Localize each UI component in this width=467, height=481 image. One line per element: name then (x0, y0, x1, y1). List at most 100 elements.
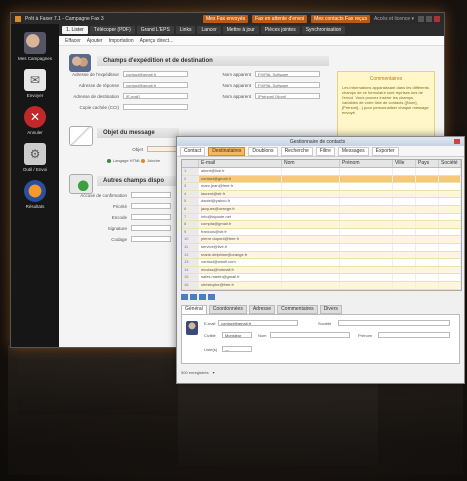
civility-select[interactable]: Monsieur (222, 332, 252, 338)
license-menu[interactable]: Accès et licence ▾ (374, 16, 414, 22)
firstname-field[interactable] (378, 332, 450, 338)
signature-input[interactable] (131, 225, 171, 231)
tab-coordinates[interactable]: Coordonnées (208, 305, 247, 314)
email-field[interactable]: contact@gmail.fr (218, 320, 298, 326)
next-record-icon[interactable] (199, 294, 206, 300)
society-field[interactable] (338, 320, 450, 326)
tab-links[interactable]: Links (175, 26, 196, 34)
add-button[interactable]: Ajouter (87, 38, 103, 44)
tab-list[interactable]: 1. Lister (62, 26, 88, 34)
table-row[interactable]: 1 albert@live.fr (182, 168, 461, 176)
close-icon[interactable] (454, 139, 460, 144)
column-header[interactable]: E-mail (199, 160, 282, 167)
confirmation-input[interactable] (131, 192, 171, 198)
tools-icon: ⚙ (24, 143, 46, 165)
sent-fax-button[interactable]: Mes Fax envoyés (202, 14, 249, 23)
tab-eps[interactable]: Grand L'EPS (136, 26, 174, 34)
maximize-icon[interactable] (426, 15, 432, 22)
nav-item-results[interactable]: Résultats (11, 180, 59, 209)
reply-name-input[interactable]: FIXPAL Software (255, 82, 320, 88)
info-text: Les informations apparaissant dans les d… (342, 85, 429, 115)
nav-item-campaigns[interactable]: Mes Campagnes (11, 32, 59, 61)
destination-address-input[interactable]: [E-mail] (123, 93, 188, 99)
table-row[interactable]: 14 nicolas@hotmail.fr (182, 266, 461, 275)
table-row[interactable]: 4 laurent@sfr.fr (182, 190, 461, 199)
table-row[interactable]: 12 marie.delphine@orange.fr (182, 251, 461, 260)
column-header[interactable]: Société (439, 160, 461, 167)
table-row[interactable]: 2 contact@gmail.fr (182, 175, 461, 184)
close-icon[interactable] (434, 15, 440, 22)
company-cell (439, 274, 461, 281)
firstname-cell (340, 266, 393, 274)
table-row[interactable]: 5 daniel@yahoo.fr (182, 198, 461, 206)
list-select[interactable]: — (222, 346, 252, 352)
reply-address-input[interactable]: contact@gmail.fr (123, 82, 188, 88)
city-cell (393, 205, 416, 213)
tab-comments[interactable]: Commentaires (277, 305, 318, 314)
name-field[interactable] (270, 332, 350, 338)
pending-fax-button[interactable]: Fax en attente d'envoi (252, 14, 308, 23)
chevron-down-icon[interactable]: ▾ (213, 370, 215, 375)
company-cell (439, 236, 461, 243)
contacts-button[interactable]: Mes contacts Fax reçus (311, 14, 370, 23)
charset-input[interactable] (131, 236, 171, 242)
table-row[interactable]: 13 contact@nwell.com (182, 259, 461, 267)
record-count: 500 enregistrés (181, 370, 209, 375)
column-header[interactable]: Nom (282, 160, 340, 167)
table-row[interactable]: 8 compta@gmail.fr (182, 221, 461, 229)
tab-sync[interactable]: Synchronisation (301, 26, 346, 34)
row-number: 7 (182, 213, 199, 221)
column-header[interactable]: Prénom (340, 160, 393, 167)
preview-button[interactable]: Aperçu direct... (140, 38, 174, 44)
search-button[interactable]: Recherche (280, 146, 313, 156)
table-row[interactable]: 11 service@live.fr (182, 243, 461, 252)
table-row[interactable]: 10 pierre.dupont@free.fr (182, 236, 461, 244)
encode-input[interactable] (131, 214, 171, 220)
dialog-title-bar: Gestionnaire de contacts (177, 137, 464, 146)
tab-general[interactable]: Général (181, 305, 207, 314)
table-row[interactable]: 17robert@sfr.fr (182, 289, 461, 290)
minimize-icon[interactable] (418, 15, 424, 22)
column-header[interactable]: Pays (416, 160, 439, 167)
tab-update[interactable]: Mettre à jour (222, 26, 259, 34)
priority-input[interactable] (131, 203, 171, 209)
tab-launch[interactable]: Lancer (197, 26, 221, 34)
tab-misc[interactable]: Divers (319, 305, 342, 314)
table-row[interactable]: 16 christophe@free.fr (182, 281, 461, 290)
import-button[interactable]: Importation (109, 38, 134, 44)
destination-name-input[interactable]: [Prénom] [Nom] (255, 93, 320, 99)
messages-button[interactable]: Messages (337, 146, 369, 156)
column-header[interactable] (182, 160, 199, 167)
nav-item-send[interactable]: ✉ Envoyer (11, 69, 59, 98)
name-cell (282, 274, 340, 281)
export-button[interactable]: Exporter (371, 146, 399, 156)
column-header[interactable]: Ville (393, 160, 416, 167)
prev-record-icon[interactable] (190, 294, 197, 300)
contact-button[interactable]: Contact (180, 146, 206, 156)
clear-button[interactable]: Effacer (65, 38, 81, 44)
bcc-input[interactable] (123, 104, 188, 110)
duplicates-button[interactable]: Doublons (248, 146, 278, 156)
nav-item-cancel[interactable]: ✕ Annuler (11, 106, 59, 135)
filter-button[interactable]: Filtre (315, 146, 335, 156)
email-cell: info@laposte.net (199, 213, 282, 221)
table-row[interactable]: 15 sales.martin@gmail.fr (182, 274, 461, 282)
table-row[interactable]: 6 jacques@orange.fr (182, 205, 461, 214)
html-option[interactable]: Langage HTML (107, 158, 141, 163)
tab-address[interactable]: Adresse (248, 305, 276, 314)
recipients-button[interactable]: Destinataires (208, 146, 246, 156)
last-record-icon[interactable] (208, 294, 215, 300)
email-cell: christophe@free.fr (199, 281, 282, 289)
table-row[interactable]: 3 marc.jean@free.fr (182, 183, 461, 191)
tab-pdf[interactable]: Télécoper (PDF) (89, 26, 135, 34)
tab-attachments[interactable]: Pièces jointes (260, 26, 300, 34)
nav-item-tools[interactable]: ⚙ Outil / Envoi (11, 143, 59, 172)
sender-name-input[interactable]: FIXPAL Software (255, 71, 320, 77)
sender-address-input[interactable]: contact@gmail.fr (123, 71, 188, 77)
attach-option[interactable]: Joindre (141, 158, 160, 163)
company-cell (439, 190, 461, 198)
first-record-icon[interactable] (181, 294, 188, 300)
email-cell: sales.martin@gmail.fr (199, 274, 282, 281)
table-row[interactable]: 9 francois@sfr.fr (182, 228, 461, 237)
table-row[interactable]: 7 info@laposte.net (182, 213, 461, 222)
